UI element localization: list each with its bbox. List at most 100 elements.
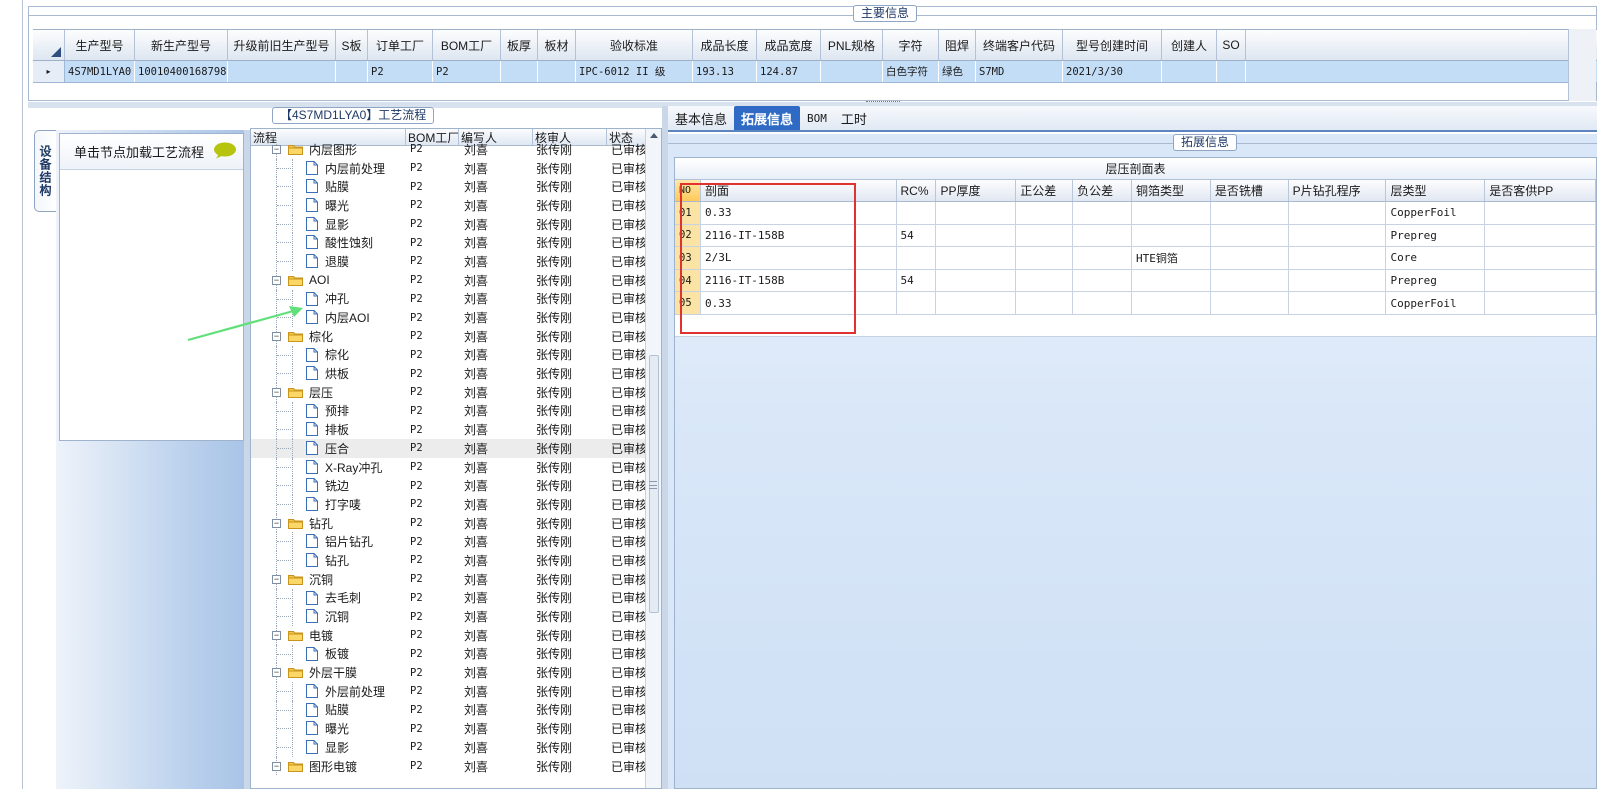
stack-col-copper-type[interactable]: 铜箔类型 (1132, 180, 1211, 201)
stack-cell-milling-slot[interactable] (1211, 269, 1289, 292)
tree-node[interactable]: 铝片钻孔 (251, 532, 406, 552)
tree-node[interactable]: − 电镀 (251, 625, 406, 645)
cell-product-length[interactable]: 193.13 (693, 61, 757, 82)
tree-node[interactable]: 铣边 (251, 476, 406, 496)
cell-order-factory[interactable]: P2 (368, 61, 433, 82)
stack-cell-customer-pp[interactable] (1485, 247, 1596, 269)
col-header-s-board[interactable]: S板 (336, 30, 368, 60)
stack-cell-customer-pp[interactable] (1485, 292, 1596, 314)
collapse-icon[interactable]: − (272, 630, 281, 640)
stack-cell-milling-slot[interactable] (1211, 224, 1289, 247)
cell-model-create-time[interactable]: 2021/3/30 (1063, 61, 1162, 82)
process-tree-scrollbar[interactable] (645, 129, 661, 788)
cell-acceptance-standard[interactable]: IPC-6012 II 级 (576, 61, 693, 82)
tree-node[interactable]: − 钻孔 (251, 513, 406, 533)
tree-node[interactable]: 外层前处理 (251, 681, 406, 701)
cell-board-thickness[interactable] (501, 61, 538, 82)
stack-cell-layer-type[interactable]: Core (1386, 247, 1486, 269)
grid-corner-cell[interactable] (33, 30, 65, 60)
stack-cell-layer-type[interactable]: Prepreg (1386, 224, 1486, 247)
tree-row[interactable]: 棕化 P2 刘喜 张传刚 已审核 (251, 345, 646, 365)
tree-row[interactable]: 外层前处理 P2 刘喜 张传刚 已审核 (251, 681, 646, 701)
stack-cell-milling-slot[interactable] (1211, 247, 1289, 269)
tree-node[interactable]: − 内层图形 (251, 140, 406, 159)
stack-cell-layer-type[interactable]: CopperFoil (1386, 292, 1486, 314)
tree-node[interactable]: 预排 (251, 401, 406, 421)
stack-cell-rc[interactable]: 54 (897, 269, 937, 292)
stack-col-layer-type[interactable]: 层类型 (1386, 180, 1486, 201)
tree-node[interactable]: − 沉铜 (251, 569, 406, 589)
col-header-board-material[interactable]: 板材 (538, 30, 576, 60)
cell-old-production-model[interactable] (228, 61, 336, 82)
tree-node[interactable]: − 层压 (251, 382, 406, 402)
tree-row[interactable]: − 图形电镀 P2 刘喜 张传刚 已审核 (251, 756, 646, 776)
col-header-board-thickness[interactable]: 板厚 (501, 30, 538, 60)
tree-node[interactable]: 显影 (251, 738, 406, 757)
tree-node[interactable]: X-Ray冲孔 (251, 457, 406, 477)
cell-s-board[interactable] (336, 61, 368, 82)
stack-col-pp-thickness[interactable]: PP厚度 (936, 180, 1017, 201)
tab-work-hours[interactable]: 工时 (834, 106, 874, 130)
tree-node[interactable]: 压合 (251, 439, 406, 458)
collapse-icon[interactable]: − (272, 668, 281, 678)
tree-row[interactable]: 板镀 P2 刘喜 张传刚 已审核 (251, 644, 646, 664)
stack-cell-pp-drill-program[interactable] (1289, 247, 1387, 269)
tree-node[interactable]: 排板 (251, 420, 406, 439)
stack-cell-minus-tolerance[interactable] (1073, 292, 1133, 314)
stack-col-minus-tolerance[interactable]: 负公差 (1073, 180, 1133, 201)
col-header-old-production-model[interactable]: 升级前旧生产型号 (228, 30, 336, 60)
stack-cell-minus-tolerance[interactable] (1073, 247, 1133, 269)
stack-cell-copper-type[interactable]: HTE铜箔 (1132, 247, 1211, 269)
stack-cell-plus-tolerance[interactable] (1016, 224, 1074, 247)
tab-extended-info[interactable]: 拓展信息 (734, 106, 801, 130)
tree-row[interactable]: 排板 P2 刘喜 张传刚 已审核 (251, 420, 646, 439)
col-header-silkscreen[interactable]: 字符 (883, 30, 939, 60)
col-header-bom-factory[interactable]: BOM工厂 (433, 30, 501, 60)
stack-cell-plus-tolerance[interactable] (1016, 202, 1074, 224)
stack-cell-copper-type[interactable] (1132, 269, 1211, 292)
stack-cell-layer-type[interactable]: CopperFoil (1386, 202, 1486, 224)
stack-cell-pp-drill-program[interactable] (1289, 224, 1387, 247)
stack-cell-layer-type[interactable]: Prepreg (1386, 269, 1486, 292)
tree-row[interactable]: 曝光 P2 刘喜 张传刚 已审核 (251, 719, 646, 738)
tree-node[interactable]: 曝光 (251, 719, 406, 738)
cell-creator[interactable] (1162, 61, 1217, 82)
collapse-icon[interactable]: − (272, 387, 281, 397)
tree-node[interactable]: − 外层干膜 (251, 663, 406, 682)
col-header-product-width[interactable]: 成品宽度 (757, 30, 821, 60)
stack-cell-rc[interactable] (897, 202, 937, 224)
stack-col-milling-slot[interactable]: 是否铣槽 (1211, 180, 1289, 201)
tree-row[interactable]: 铣边 P2 刘喜 张传刚 已审核 (251, 476, 646, 496)
stack-col-pp-drill-program[interactable]: P片钻孔程序 (1289, 180, 1387, 201)
col-header-pnl-spec[interactable]: PNL规格 (821, 30, 883, 60)
stack-cell-pp-thickness[interactable] (936, 269, 1017, 292)
tree-row[interactable]: 贴膜 P2 刘喜 张传刚 已审核 (251, 177, 646, 197)
collapse-icon[interactable]: − (272, 275, 281, 285)
col-header-production-model[interactable]: 生产型号 (65, 30, 135, 60)
cell-so[interactable] (1217, 61, 1246, 82)
panel-grip-icon[interactable] (866, 101, 900, 105)
tree-row[interactable]: − 钻孔 P2 刘喜 张传刚 已审核 (251, 513, 646, 533)
stack-cell-pp-thickness[interactable] (936, 202, 1017, 224)
tree-row[interactable]: − 外层干膜 P2 刘喜 张传刚 已审核 (251, 663, 646, 682)
tree-node[interactable]: 沉铜 (251, 607, 406, 626)
tree-node[interactable]: 内层前处理 (251, 158, 406, 178)
stack-cell-pp-thickness[interactable] (936, 224, 1017, 247)
cell-silkscreen[interactable]: 白色字符 (883, 61, 939, 82)
cell-end-customer-code[interactable]: S7MD (976, 61, 1063, 82)
tree-row[interactable]: 沉铜 P2 刘喜 张传刚 已审核 (251, 607, 646, 626)
tree-row[interactable]: 去毛刺 P2 刘喜 张传刚 已审核 (251, 588, 646, 608)
tree-row[interactable]: 曝光 P2 刘喜 张传刚 已审核 (251, 196, 646, 215)
stack-col-rc[interactable]: RC% (897, 180, 937, 201)
tree-row[interactable]: 酸性蚀刻 P2 刘喜 张传刚 已审核 (251, 233, 646, 253)
tree-row[interactable]: 显影 P2 刘喜 张传刚 已审核 (251, 738, 646, 757)
cell-board-material[interactable] (538, 61, 576, 82)
stack-col-plus-tolerance[interactable]: 正公差 (1016, 180, 1074, 201)
cell-bom-factory[interactable]: P2 (433, 61, 501, 82)
col-header-end-customer-code[interactable]: 终端客户代码 (976, 30, 1063, 60)
stack-cell-rc[interactable]: 54 (897, 224, 937, 247)
tree-row[interactable]: − 层压 P2 刘喜 张传刚 已审核 (251, 382, 646, 402)
tree-row[interactable]: 预排 P2 刘喜 张传刚 已审核 (251, 401, 646, 421)
stack-cell-pp-drill-program[interactable] (1289, 269, 1387, 292)
tree-row[interactable]: − 棕化 P2 刘喜 张传刚 已审核 (251, 326, 646, 346)
